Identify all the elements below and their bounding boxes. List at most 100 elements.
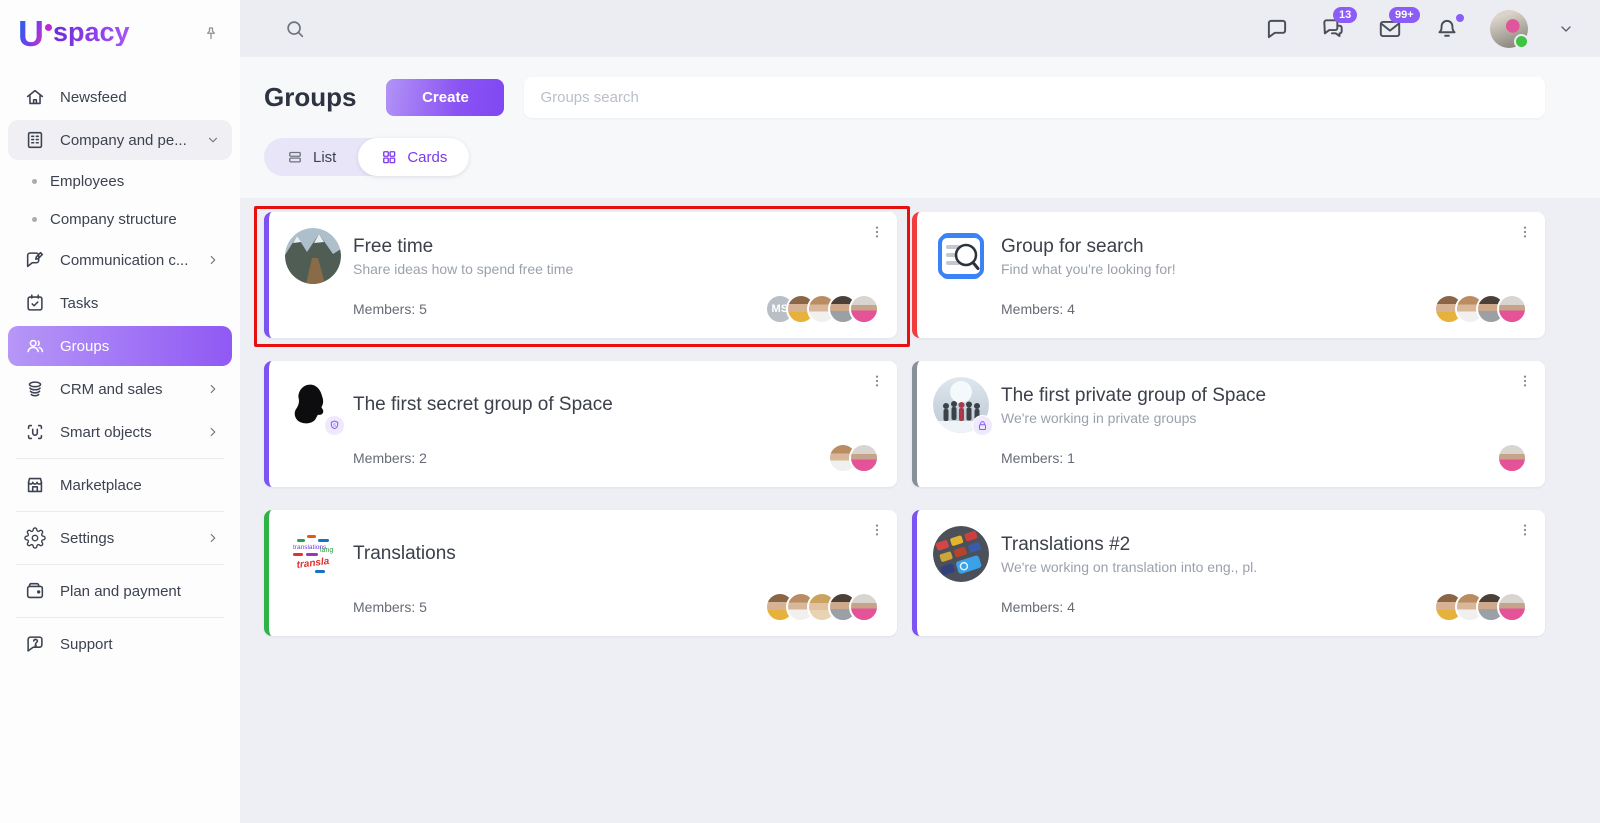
group-description: Share ideas how to spend free time — [353, 261, 573, 277]
group-avatar-silhouette: S — [285, 377, 341, 433]
sidebar-item-label: Marketplace — [60, 477, 220, 494]
chats-badge: 13 — [1333, 7, 1357, 23]
members-count: Members: 2 — [353, 450, 427, 466]
bullet-dot — [32, 217, 37, 222]
group-description: We're working in private groups — [1001, 410, 1266, 426]
sidebar-item-support[interactable]: Support — [8, 624, 232, 664]
calendar-check-icon — [24, 292, 46, 314]
sidebar-item-label: CRM and sales — [60, 381, 192, 398]
sidebar-item-newsfeed[interactable]: Newsfeed — [8, 77, 232, 117]
group-card-free-time[interactable]: Free time Share ideas how to spend free … — [264, 212, 897, 338]
card-wrapper: Group for search Find what you're lookin… — [912, 212, 1545, 338]
sidebar-item-plan-and-payment[interactable]: Plan and payment — [8, 571, 232, 611]
topbar: 13 99+ — [240, 0, 1600, 57]
svg-text:S: S — [333, 423, 336, 428]
pin-sidebar-button[interactable] — [200, 23, 222, 45]
view-toggle-list[interactable]: List — [264, 138, 358, 176]
chevron-down-icon — [206, 133, 220, 147]
main-area: 13 99+ Groups — [240, 0, 1600, 823]
crm-stack-icon — [24, 378, 46, 400]
groups-search-input[interactable] — [524, 77, 1545, 118]
card-menu-button[interactable] — [1513, 220, 1537, 244]
group-title: Translations #2 — [1001, 533, 1257, 557]
sidebar-divider — [16, 458, 224, 459]
group-card-secret-group[interactable]: S The first secret group of Space Member… — [264, 361, 897, 487]
sidebar-item-company-structure[interactable]: Company structure — [8, 201, 232, 237]
members-count: Members: 4 — [1001, 599, 1075, 615]
sidebar-item-groups[interactable]: Groups — [8, 326, 232, 366]
chevron-right-icon — [206, 253, 220, 267]
sidebar-item-label: Company structure — [50, 211, 177, 228]
view-toggle-cards[interactable]: Cards — [358, 138, 469, 176]
group-avatar-flag-keyboard — [933, 526, 989, 582]
logo-text: spacy — [53, 19, 130, 46]
member-avatar — [1497, 592, 1527, 622]
card-menu-button[interactable] — [1513, 518, 1537, 542]
group-avatar-people-photo — [933, 377, 989, 433]
view-toggle: List Cards — [264, 138, 469, 176]
user-avatar[interactable] — [1490, 10, 1528, 48]
uspacy-logo[interactable]: U spacy — [18, 16, 130, 52]
card-wrapper: Translations #2 We're working on transla… — [912, 510, 1545, 636]
create-group-button[interactable]: Create — [386, 79, 504, 116]
member-avatars — [828, 443, 879, 473]
sidebar-nav: Newsfeed Company and pe... Employees Com… — [0, 64, 240, 823]
wallet-icon — [24, 580, 46, 602]
member-avatars: MS — [765, 294, 879, 324]
profile-menu-button[interactable] — [1558, 21, 1574, 37]
group-avatar-search-document — [933, 228, 989, 284]
chevron-right-icon — [206, 382, 220, 396]
group-title: Group for search — [1001, 235, 1176, 259]
sidebar-divider — [16, 564, 224, 565]
view-toggle-label: Cards — [407, 149, 447, 166]
bullet-dot — [32, 179, 37, 184]
sidebar-item-label: Tasks — [60, 295, 220, 312]
sidebar-item-communication[interactable]: Communication c... — [8, 240, 232, 280]
mail-button[interactable]: 99+ — [1376, 16, 1404, 42]
chats-button[interactable]: 13 — [1320, 16, 1346, 42]
sidebar-item-label: Employees — [50, 173, 124, 190]
card-wrapper: The first private group of Space We're w… — [912, 361, 1545, 487]
sidebar-item-tasks[interactable]: Tasks — [8, 283, 232, 323]
group-description: We're working on translation into eng., … — [1001, 559, 1257, 575]
sidebar-divider — [16, 511, 224, 512]
sidebar-item-settings[interactable]: Settings — [8, 518, 232, 558]
members-count: Members: 4 — [1001, 301, 1075, 317]
member-avatars — [1434, 592, 1527, 622]
group-card-translations-2[interactable]: Translations #2 We're working on transla… — [912, 510, 1545, 636]
page-header: Groups Create List Cards — [240, 57, 1600, 198]
sidebar-item-company-and-people[interactable]: Company and pe... — [8, 120, 232, 160]
card-menu-button[interactable] — [865, 518, 889, 542]
member-avatar — [849, 443, 879, 473]
comments-button[interactable] — [1264, 16, 1290, 42]
global-search-button[interactable] — [284, 18, 306, 40]
mail-badge: 99+ — [1389, 7, 1420, 23]
sidebar-item-crm-and-sales[interactable]: CRM and sales — [8, 369, 232, 409]
sidebar-item-label: Support — [60, 636, 220, 653]
help-bubble-icon — [24, 633, 46, 655]
members-count: Members: 5 — [353, 301, 427, 317]
notifications-button[interactable] — [1434, 16, 1460, 42]
group-title: The first secret group of Space — [353, 393, 613, 417]
comment-icon — [1264, 16, 1290, 42]
card-wrapper: S The first secret group of Space Member… — [264, 361, 897, 487]
card-menu-button[interactable] — [865, 369, 889, 393]
sidebar-item-smart-objects[interactable]: Smart objects — [8, 412, 232, 452]
group-card-translations[interactable]: translationslangtransla Translations Mem… — [264, 510, 897, 636]
group-card-private-group[interactable]: The first private group of Space We're w… — [912, 361, 1545, 487]
chevron-right-icon — [206, 531, 220, 545]
member-avatars — [1434, 294, 1527, 324]
card-menu-button[interactable] — [865, 220, 889, 244]
group-card-group-for-search[interactable]: Group for search Find what you're lookin… — [912, 212, 1545, 338]
chat-pencil-icon — [24, 249, 46, 271]
card-menu-button[interactable] — [1513, 369, 1537, 393]
sidebar-item-marketplace[interactable]: Marketplace — [8, 465, 232, 505]
sidebar: U spacy Newsfeed Company and pe... — [0, 0, 240, 823]
notification-dot — [1456, 14, 1464, 22]
member-avatar — [849, 592, 879, 622]
sidebar-item-label: Communication c... — [60, 252, 192, 269]
sidebar-item-employees[interactable]: Employees — [8, 163, 232, 199]
members-count: Members: 1 — [1001, 450, 1075, 466]
group-description: Find what you're looking for! — [1001, 261, 1176, 277]
view-toggle-label: List — [313, 149, 336, 166]
